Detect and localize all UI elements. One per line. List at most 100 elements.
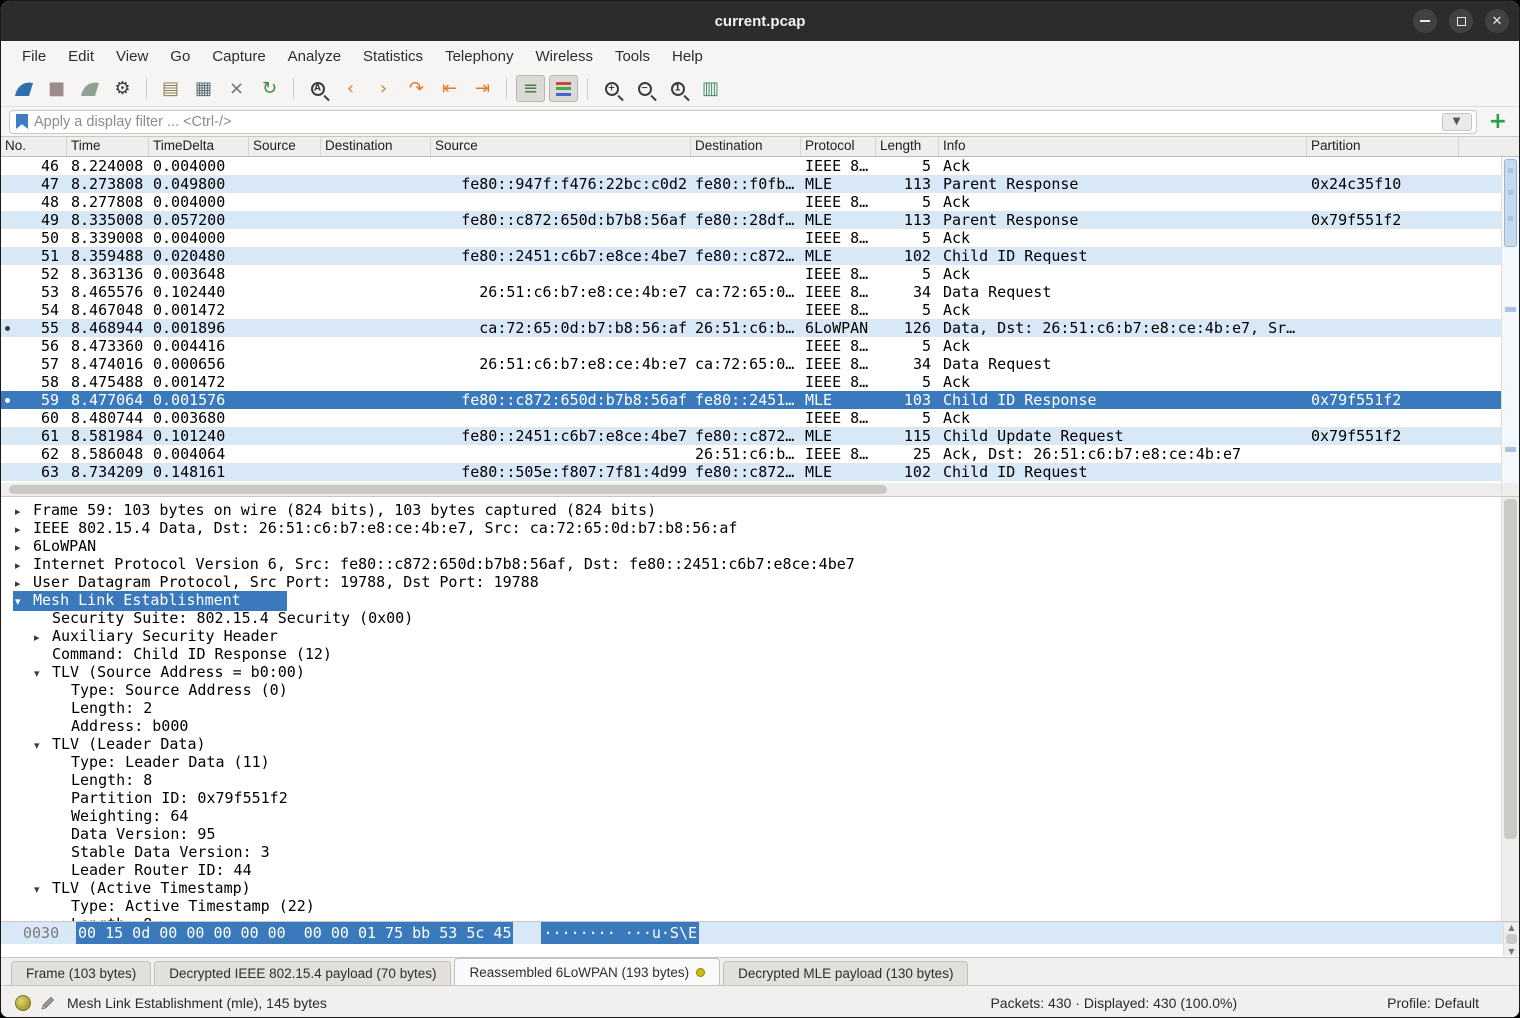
previous-packet-icon[interactable]: ‹ <box>336 75 365 102</box>
packet-row[interactable]: 598.4770640.001576fe80::c872:650d:b7b8:5… <box>1 391 1501 409</box>
status-profile[interactable]: Profile: Default <box>1387 995 1479 1011</box>
packet-row[interactable]: 558.4689440.001896ca:72:65:0d:b7:b8:56:a… <box>1 319 1501 337</box>
colorize-packets-icon[interactable] <box>549 75 578 102</box>
reload-file-icon[interactable]: ↻ <box>255 75 284 102</box>
detail-line[interactable]: Leader Router ID: 44 <box>1 861 1519 879</box>
tab-reassembled-6lowpan-193-bytes[interactable]: Reassembled 6LoWPAN (193 bytes) <box>454 958 720 985</box>
maximize-button[interactable] <box>1449 9 1473 33</box>
hex-scrollbar[interactable]: ▲ ▼ <box>1503 923 1519 956</box>
menu-tools[interactable]: Tools <box>606 45 659 68</box>
packet-row[interactable]: 588.4754880.001472IEEE 8…5Ack <box>1 373 1501 391</box>
first-packet-icon[interactable]: ⇤ <box>435 75 464 102</box>
scroll-up-arrow-icon[interactable]: ▲ <box>1504 923 1519 932</box>
stop-capture-icon[interactable]: ■ <box>42 75 71 102</box>
display-filter-field[interactable]: ▼ <box>9 110 1477 134</box>
minimize-button[interactable] <box>1413 9 1437 33</box>
details-scrollbar[interactable] <box>1501 497 1519 921</box>
column-header-source-5[interactable]: Source <box>431 137 691 156</box>
column-header-info-9[interactable]: Info <box>939 137 1307 156</box>
packet-row[interactable]: 478.2738080.049800fe80::947f:f476:22bc:c… <box>1 175 1501 193</box>
detail-line[interactable]: Length: 8 <box>1 771 1519 789</box>
detail-line[interactable]: ▾Mesh Link Establishment <box>1 591 1519 609</box>
packet-row[interactable]: 538.4655760.10244026:51:c6:b7:e8:ce:4b:e… <box>1 283 1501 301</box>
detail-line[interactable]: Stable Data Version: 3 <box>1 843 1519 861</box>
title-bar[interactable]: current.pcap ✕ <box>1 1 1519 41</box>
tab-frame-103-bytes[interactable]: Frame (103 bytes) <box>11 961 151 985</box>
packet-row[interactable]: 508.3390080.004000IEEE 8…5Ack <box>1 229 1501 247</box>
detail-line[interactable]: ▸IEEE 802.15.4 Data, Dst: 26:51:c6:b7:e8… <box>1 519 1519 537</box>
column-header-partition-10[interactable]: Partition <box>1307 137 1459 156</box>
column-header-source-3[interactable]: Source <box>249 137 321 156</box>
detail-line[interactable]: Data Version: 95 <box>1 825 1519 843</box>
scroll-down-arrow-icon[interactable]: ▼ <box>1504 947 1519 956</box>
details-scrollbar-thumb[interactable] <box>1504 499 1517 839</box>
find-packet-icon[interactable]: A <box>303 75 332 102</box>
packet-row[interactable]: 578.4740160.00065626:51:c6:b7:e8:ce:4b:e… <box>1 355 1501 373</box>
menu-edit[interactable]: Edit <box>59 45 103 68</box>
close-file-icon[interactable]: × <box>222 75 251 102</box>
close-button[interactable]: ✕ <box>1485 9 1509 33</box>
menu-capture[interactable]: Capture <box>203 45 274 68</box>
last-packet-icon[interactable]: ⇥ <box>468 75 497 102</box>
detail-line[interactable]: Length: 2 <box>1 699 1519 717</box>
packet-row[interactable]: 638.7342090.148161fe80::505e:f807:7f81:4… <box>1 463 1501 481</box>
detail-line[interactable]: ▾TLV (Leader Data) <box>1 735 1519 753</box>
expander-icon[interactable]: ▾ <box>32 881 52 899</box>
open-file-icon[interactable]: ▤ <box>156 75 185 102</box>
packet-row[interactable]: 618.5819840.101240fe80::2451:c6b7:e8ce:4… <box>1 427 1501 445</box>
zoom-in-icon[interactable]: + <box>597 75 626 102</box>
zoom-out-icon[interactable]: − <box>630 75 659 102</box>
resize-columns-icon[interactable]: ▥ <box>696 75 725 102</box>
expert-info-icon[interactable] <box>15 995 31 1011</box>
column-header-no-0[interactable]: No. <box>1 137 67 156</box>
detail-line[interactable]: ▾TLV (Source Address = b0:00) <box>1 663 1519 681</box>
zoom-original-icon[interactable]: 1 <box>663 75 692 102</box>
filter-dropdown-button[interactable]: ▼ <box>1442 113 1472 131</box>
packet-list-scrollbar[interactable] <box>1501 157 1519 483</box>
detail-line[interactable]: ▸Auxiliary Security Header <box>1 627 1519 645</box>
column-header-time-1[interactable]: Time <box>67 137 149 156</box>
column-header-protocol-7[interactable]: Protocol <box>801 137 876 156</box>
menu-go[interactable]: Go <box>161 45 199 68</box>
menu-wireless[interactable]: Wireless <box>526 45 602 68</box>
capture-comment-button[interactable] <box>40 995 56 1011</box>
hex-scrollbar-thumb[interactable] <box>1506 934 1517 944</box>
restart-capture-icon[interactable] <box>75 75 104 102</box>
tab-decrypted-mle-payload-130-bytes[interactable]: Decrypted MLE payload (130 bytes) <box>723 961 968 985</box>
detail-line[interactable]: Type: Active Timestamp (22) <box>1 897 1519 915</box>
display-filter-input[interactable] <box>34 114 1438 130</box>
expander-icon[interactable]: ▾ <box>32 737 52 755</box>
column-header-destination-6[interactable]: Destination <box>691 137 801 156</box>
hex-row[interactable]: 0030 00 15 0d 00 00 00 00 00 00 00 01 75… <box>1 922 1519 944</box>
detail-line[interactable]: ▸Internet Protocol Version 6, Src: fe80:… <box>1 555 1519 573</box>
menu-telephony[interactable]: Telephony <box>436 45 522 68</box>
packet-row[interactable]: 628.5860480.00406426:51:c6:b…IEEE 8…25Ac… <box>1 445 1501 463</box>
detail-line[interactable]: Address: b000 <box>1 717 1519 735</box>
tab-decrypted-ieee-802-15-4-payload-70-bytes[interactable]: Decrypted IEEE 802.15.4 payload (70 byte… <box>154 961 451 985</box>
column-header-timedelta-2[interactable]: TimeDelta <box>149 137 249 156</box>
detail-line[interactable]: Command: Child ID Response (12) <box>1 645 1519 663</box>
menu-help[interactable]: Help <box>663 45 712 68</box>
packet-row[interactable]: 468.2240080.004000IEEE 8…5Ack <box>1 157 1501 175</box>
capture-options-icon[interactable]: ⚙ <box>108 75 137 102</box>
packet-row[interactable]: 568.4733600.004416IEEE 8…5Ack <box>1 337 1501 355</box>
packet-row[interactable]: 518.3594880.020480fe80::2451:c6b7:e8ce:4… <box>1 247 1501 265</box>
menu-file[interactable]: File <box>13 45 55 68</box>
detail-line[interactable]: Security Suite: 802.15.4 Security (0x00) <box>1 609 1519 627</box>
expander-icon[interactable]: ▾ <box>32 665 52 683</box>
hex-ascii-selected[interactable]: ········ ···u·S\E <box>541 922 699 944</box>
auto-scroll-icon[interactable]: ≡ <box>516 75 545 102</box>
detail-line[interactable]: ▸Frame 59: 103 bytes on wire (824 bits),… <box>1 501 1519 519</box>
detail-line[interactable]: ▸6LoWPAN <box>1 537 1519 555</box>
column-header-length-8[interactable]: Length <box>876 137 939 156</box>
packet-row[interactable]: 498.3350080.057200fe80::c872:650d:b7b8:5… <box>1 211 1501 229</box>
detail-line[interactable]: Type: Source Address (0) <box>1 681 1519 699</box>
packet-row[interactable]: 528.3631360.003648IEEE 8…5Ack <box>1 265 1501 283</box>
detail-line[interactable]: ▸User Datagram Protocol, Src Port: 19788… <box>1 573 1519 591</box>
menu-statistics[interactable]: Statistics <box>354 45 432 68</box>
hex-bytes-selected[interactable]: 00 15 0d 00 00 00 00 00 00 00 01 75 bb 5… <box>76 922 513 944</box>
menu-analyze[interactable]: Analyze <box>279 45 350 68</box>
expander-icon[interactable]: ▾ <box>13 593 33 611</box>
detail-line[interactable]: Weighting: 64 <box>1 807 1519 825</box>
hscrollbar-thumb[interactable] <box>9 485 887 494</box>
